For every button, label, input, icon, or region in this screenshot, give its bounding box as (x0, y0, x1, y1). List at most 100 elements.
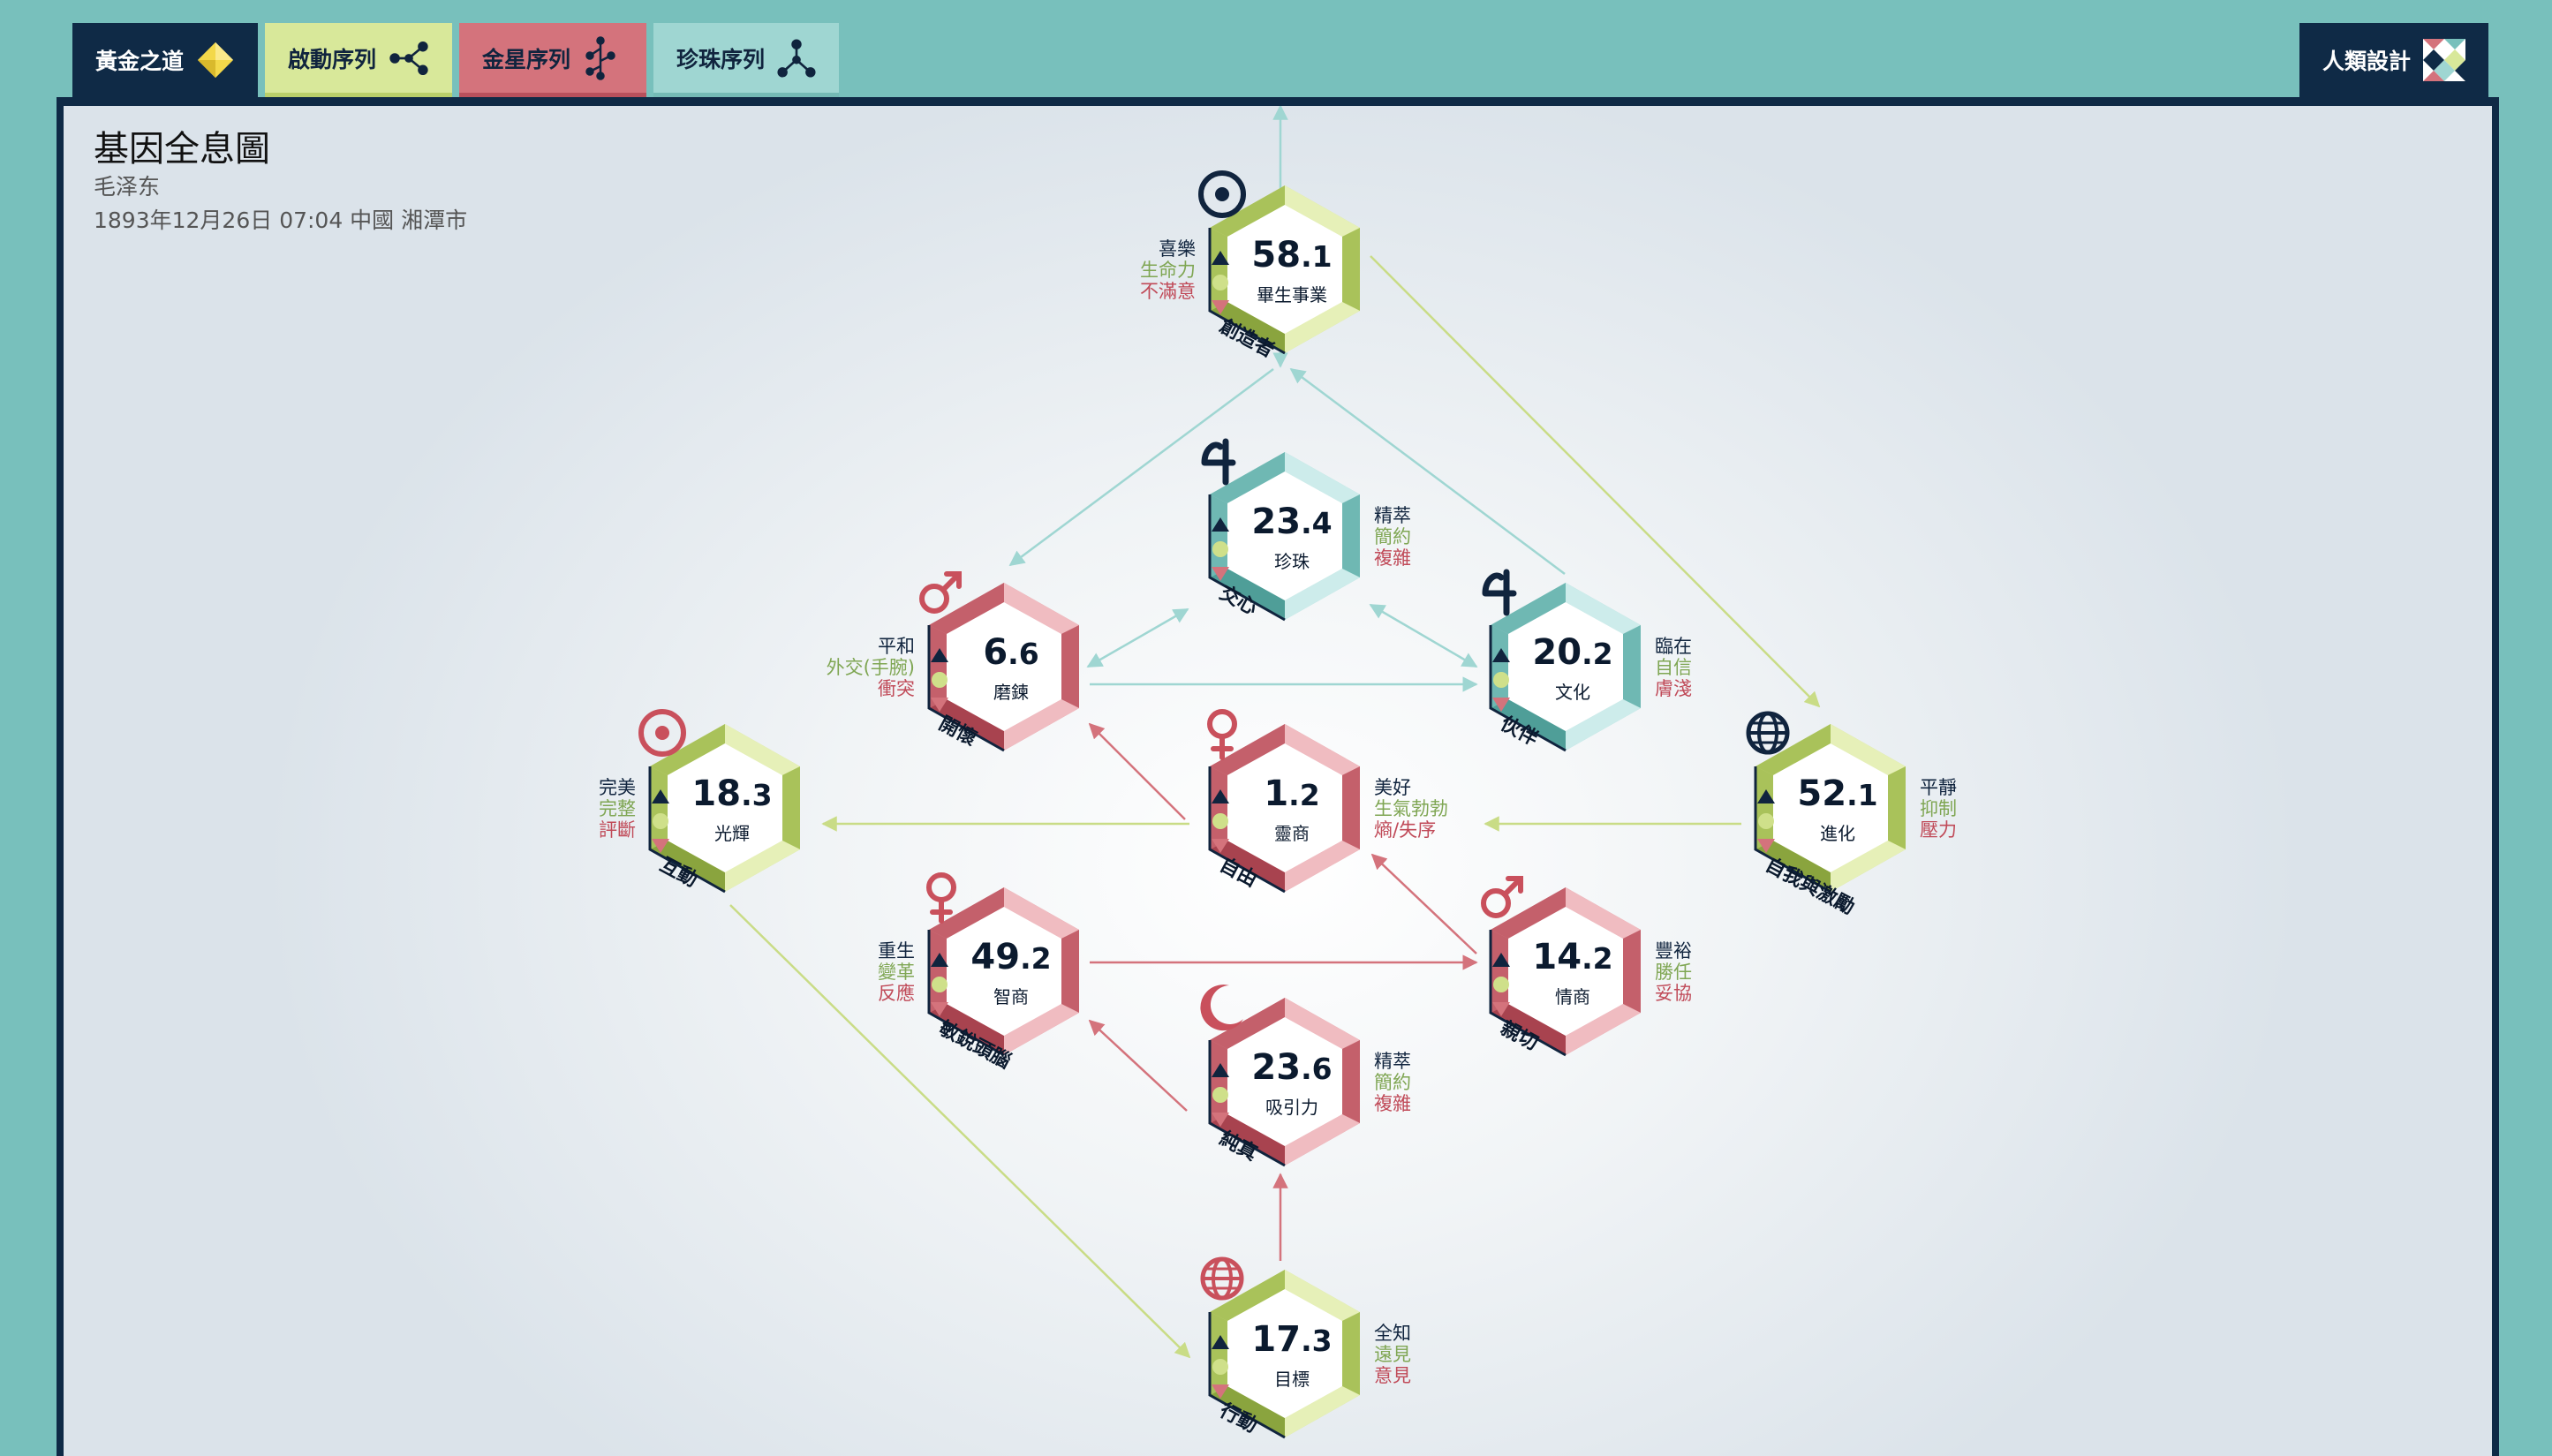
gate-sphere-name: 珍珠 (1274, 551, 1310, 572)
gate-value: 20.2 (1532, 632, 1613, 673)
gate-keywords-iq: 重生 變革 反應 (878, 940, 915, 1004)
keyword-gift: 平和 (878, 636, 915, 657)
gate-keywords-culture: 臨在 自信 膚淺 (1655, 636, 1692, 699)
gate-value: 49.2 (970, 937, 1052, 977)
keyword-siddhi: 生命力 (1140, 260, 1196, 281)
gate-keywords-sq: 美好 生氣勃勃 熵/失序 (1374, 777, 1448, 841)
gate-radiance[interactable]: 18.3 光輝 互動 (638, 709, 809, 901)
gate-keywords-evolution: 平靜 抑制 壓力 (1920, 777, 1957, 841)
gate-value: 18.3 (691, 773, 773, 814)
keyword-shadow: 妥協 (1655, 983, 1692, 1004)
sun-icon (1198, 170, 1246, 218)
keyword-gift: 美好 (1374, 777, 1411, 798)
keyword-shadow: 熵/失序 (1374, 819, 1437, 841)
venus-network-icon (585, 35, 615, 80)
pearl-network-icon (777, 38, 816, 78)
gate-sphere-name: 情商 (1555, 986, 1590, 1007)
tab-venus-sequence[interactable]: 金星序列 (459, 23, 646, 97)
venus-icon (926, 872, 956, 924)
gate-value: 14.2 (1532, 937, 1613, 977)
gate-iq[interactable]: 49.2 智商 敏銳頭腦 (920, 872, 1088, 1074)
keyword-shadow: 複雜 (1374, 1093, 1411, 1114)
keyword-shadow: 膚淺 (1655, 678, 1692, 699)
tab-venus-label: 金星序列 (482, 46, 571, 72)
keyword-gift: 重生 (878, 940, 915, 962)
diamond-icon (197, 41, 234, 79)
human-design-label: 人類設計 (2322, 49, 2412, 74)
globe-icon (1200, 1256, 1244, 1301)
keyword-shadow: 複雜 (1374, 547, 1411, 569)
hologenetic-profile-frame: 基因全息圖 毛泽东 1893年12月26日 07:04 中國 湘潭市 58.1 … (57, 97, 2499, 1456)
keyword-siddhi: 簡約 (1374, 1072, 1411, 1093)
keyword-gift: 喜樂 (1159, 238, 1196, 260)
mars-icon (1481, 876, 1523, 918)
human-design-button[interactable]: 人類設計 (2299, 23, 2488, 97)
keyword-shadow: 反應 (878, 983, 915, 1004)
tab-activation-sequence[interactable]: 啟動序列 (265, 23, 452, 97)
tab-golden-path[interactable]: 黃金之道 (72, 23, 258, 97)
gate-sphere-name: 智商 (993, 986, 1029, 1007)
keyword-siddhi: 簡約 (1374, 526, 1411, 547)
gate-value: 58.1 (1251, 235, 1333, 275)
gate-sphere-name: 進化 (1820, 823, 1855, 844)
gate-practice[interactable]: 6.6 磨鍊 開懷 (919, 571, 1088, 759)
keyword-shadow: 評斷 (599, 819, 636, 841)
keyword-siddhi: 勝任 (1655, 962, 1692, 983)
gate-pearl[interactable]: 23.4 珍珠 交心 (1201, 438, 1369, 629)
link-eq-sq (1370, 853, 1477, 954)
keyword-gift: 精萃 (1374, 1051, 1411, 1072)
globe-icon (1746, 711, 1790, 755)
gate-sphere-name: 吸引力 (1265, 1097, 1318, 1118)
gate-sphere-name: 磨鍊 (993, 682, 1029, 703)
gate-value: 6.6 (983, 632, 1039, 673)
gate-attraction[interactable]: 23.6 吸引力 純真 (1200, 984, 1369, 1174)
activation-network-icon (389, 41, 428, 75)
keyword-gift: 平靜 (1920, 777, 1957, 798)
gate-value: 52.1 (1797, 773, 1878, 814)
gate-keywords-pearl: 精萃 簡約 複雜 (1374, 505, 1411, 569)
keyword-gift: 完美 (599, 777, 636, 798)
keyword-gift: 精萃 (1374, 505, 1411, 526)
tab-activation-label: 啟動序列 (288, 46, 377, 72)
keyword-siddhi: 抑制 (1920, 798, 1957, 819)
gate-keywords-attraction: 精萃 簡約 複雜 (1374, 1051, 1411, 1114)
moon-icon (1200, 984, 1243, 1031)
gate-keywords-practice: 平和 外交(手腕) 衝突 (827, 636, 915, 699)
gate-keywords-radiance: 完美 完整 評斷 (599, 777, 636, 841)
keyword-siddhi: 自信 (1655, 657, 1692, 678)
tab-pearl-sequence[interactable]: 珍珠序列 (653, 23, 839, 97)
link-pearl-culture (1369, 603, 1478, 668)
gate-keywords-calling: 喜樂 生命力 不滿意 (1140, 238, 1196, 302)
gate-keywords-purpose: 全知 遠見 意見 (1374, 1323, 1411, 1386)
keyword-siddhi: 變革 (878, 962, 915, 983)
gate-eq[interactable]: 14.2 情商 親切 (1481, 876, 1650, 1064)
keyword-siddhi: 外交(手腕) (826, 657, 915, 678)
gate-calling[interactable]: 58.1 畢生事業 創造者 (1198, 170, 1369, 362)
gate-sphere-name: 目標 (1274, 1369, 1310, 1390)
target-icon (638, 709, 686, 757)
gate-value: 17.3 (1251, 1319, 1333, 1360)
tab-pearl-label: 珍珠序列 (676, 46, 766, 72)
keyword-shadow: 意見 (1374, 1365, 1411, 1386)
gate-value: 23.6 (1251, 1047, 1333, 1088)
gate-evolution[interactable]: 52.1 進化 自我與激勵 (1746, 711, 1914, 919)
gate-culture[interactable]: 20.2 文化 伙伴 (1482, 569, 1650, 759)
gate-value: 23.4 (1251, 502, 1333, 542)
keyword-gift: 全知 (1374, 1323, 1411, 1344)
keyword-gift: 豐裕 (1655, 940, 1692, 962)
jupiter-icon (1482, 569, 1517, 616)
keyword-siddhi: 完整 (599, 798, 636, 819)
hologenetic-profile-canvas: 基因全息圖 毛泽东 1893年12月26日 07:04 中國 湘潭市 58.1 … (64, 106, 2492, 1456)
jupiter-icon (1201, 438, 1236, 486)
keyword-shadow: 衝突 (878, 678, 915, 699)
tab-golden-path-label: 黃金之道 (95, 49, 185, 74)
keyword-gift: 臨在 (1655, 636, 1692, 657)
human-design-logo-icon (2423, 39, 2465, 81)
keyword-siddhi: 生氣勃勃 (1374, 798, 1448, 819)
link-attraction-iq (1088, 1019, 1188, 1112)
gate-value: 1.2 (1264, 773, 1320, 814)
gate-sphere-name: 畢生事業 (1257, 284, 1327, 306)
gate-keywords-eq: 豐裕 勝任 妥協 (1655, 940, 1692, 1004)
gate-sq[interactable]: 1.2 靈商 自由 (1201, 709, 1369, 901)
gate-purpose[interactable]: 17.3 目標 行動 (1200, 1256, 1369, 1446)
